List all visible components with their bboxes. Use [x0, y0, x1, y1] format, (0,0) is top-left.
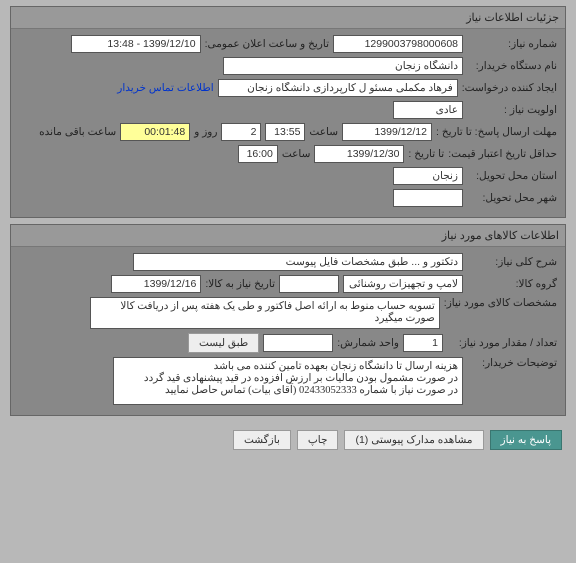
req-no-label: شماره نیاز: [467, 38, 557, 50]
pub-label: تاریخ و ساعت اعلان عمومی: [205, 38, 329, 50]
valid-date[interactable] [314, 145, 404, 163]
qty-field[interactable] [403, 334, 443, 352]
days-field[interactable] [221, 123, 261, 141]
time-label-1: ساعت [309, 126, 338, 138]
valid-label: حداقل تاریخ اعتبار قیمت: [448, 148, 557, 160]
deadline-label: مهلت ارسال پاسخ: تا تاریخ : [436, 126, 557, 138]
need-details-panel: جزئیات اطلاعات نیاز شماره نیاز: تاریخ و … [10, 6, 566, 218]
group-label: گروه کالا: [467, 278, 557, 290]
item-date-field[interactable] [111, 275, 201, 293]
creator-label: ایجاد کننده درخواست: [462, 82, 557, 94]
province-label: استان محل تحویل: [467, 170, 557, 182]
notes-label: توضیحات خریدار: [467, 357, 557, 369]
spec-label: مشخصات کالای مورد نیاز: [444, 297, 557, 309]
remaining-label: ساعت باقی مانده [39, 126, 116, 138]
city-label: شهر محل تحویل: [467, 192, 557, 204]
days-label: روز و [194, 126, 217, 138]
time-label-2: ساعت [282, 148, 311, 160]
list-button[interactable]: طبق لیست [188, 333, 259, 353]
deadline-date[interactable] [342, 123, 432, 141]
panel-header-1: جزئیات اطلاعات نیاز [11, 7, 565, 29]
contact-link[interactable]: اطلاعات تماس خریدار [117, 82, 213, 94]
qty-label: تعداد / مقدار مورد نیاز: [447, 337, 557, 349]
spec-field[interactable] [90, 297, 440, 329]
pub-field[interactable] [71, 35, 201, 53]
id-field[interactable] [279, 275, 339, 293]
back-button[interactable]: بازگشت [233, 430, 291, 450]
action-bar: پاسخ به نیاز مشاهده مدارک پیوستی (1) چاپ… [0, 422, 576, 454]
req-no-field[interactable] [333, 35, 463, 53]
remaining-time [120, 123, 190, 141]
priority-field[interactable] [393, 101, 463, 119]
notes-field[interactable] [113, 357, 463, 405]
deadline-time[interactable] [265, 123, 305, 141]
org-label: نام دستگاه خریدار: [467, 60, 557, 72]
unit-label: واحد شمارش: [337, 337, 399, 349]
reply-button[interactable]: پاسخ به نیاز [490, 430, 562, 450]
province-field[interactable] [393, 167, 463, 185]
panel-header-2: اطلاعات کالاهای مورد نیاز [11, 225, 565, 247]
group-field[interactable] [343, 275, 463, 293]
item-date-label: تاریخ نیاز به کالا: [205, 278, 275, 290]
unit-field[interactable] [263, 334, 333, 352]
priority-label: اولویت نیاز : [467, 104, 557, 116]
print-button[interactable]: چاپ [297, 430, 339, 450]
city-field[interactable] [393, 189, 463, 207]
desc-field[interactable] [133, 253, 463, 271]
valid-time[interactable] [238, 145, 278, 163]
org-field[interactable] [223, 57, 463, 75]
attachments-button[interactable]: مشاهده مدارک پیوستی (1) [344, 430, 483, 450]
items-panel: اطلاعات کالاهای مورد نیاز شرح کلی نیاز: … [10, 224, 566, 416]
creator-field[interactable] [218, 79, 458, 97]
desc-label: شرح کلی نیاز: [467, 256, 557, 268]
valid-to: تا تاریخ : [408, 148, 444, 160]
